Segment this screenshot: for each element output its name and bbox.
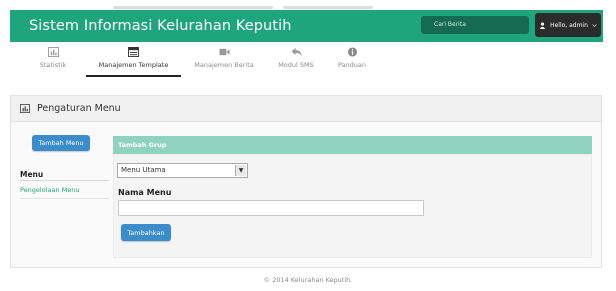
submit-button[interactable]: Tambahkan (121, 224, 171, 241)
info-icon (347, 47, 357, 57)
tab-manajemen-berita[interactable]: Manajemen Berita (181, 42, 267, 77)
add-group-header: Tambah Grup (113, 136, 592, 154)
top-strip-bar (283, 6, 373, 9)
sidebar-section-title: Menu (20, 170, 44, 179)
user-icon (539, 22, 546, 29)
menu-name-label: Nama Menu (118, 188, 172, 197)
chevron-down-icon (592, 23, 597, 27)
tab-panduan[interactable]: Panduan (325, 42, 379, 77)
tab-modul-sms[interactable]: Modul SMS (267, 42, 325, 77)
video-icon (219, 48, 229, 56)
divider (20, 180, 109, 181)
sidebar-item-pengelolaan-menu[interactable]: Pengelolaan Menu (20, 186, 80, 194)
panel-header: Pengaturan Menu (11, 96, 601, 122)
panel-title: Pengaturan Menu (37, 103, 121, 114)
menu-select-value: Menu Utama (121, 166, 166, 174)
tab-label: Panduan (337, 61, 367, 69)
main-tabs: Statistik Manajemen Template Manajemen B… (20, 42, 603, 77)
tab-manajemen-template[interactable]: Manajemen Template (86, 42, 181, 77)
bar-chart-icon (47, 47, 59, 57)
dropdown-arrow-icon: ▼ (235, 165, 246, 176)
template-icon (128, 47, 139, 57)
search-input[interactable]: Cari Berita (421, 16, 529, 34)
top-navbar: Sistem Informasi Kelurahan Keputih Cari … (10, 10, 603, 42)
tab-label: Statistik (39, 61, 67, 69)
divider (20, 198, 109, 199)
tab-label: Manajemen Template (98, 61, 169, 69)
menu-name-input[interactable] (118, 200, 424, 216)
app-title[interactable]: Sistem Informasi Kelurahan Keputih (29, 18, 292, 34)
tab-statistik[interactable]: Statistik (20, 42, 86, 77)
bar-chart-icon (20, 104, 30, 113)
user-menu-button[interactable]: Hello, admin (535, 13, 601, 37)
reply-icon (291, 47, 301, 57)
top-strip-bar (113, 6, 273, 9)
add-menu-button[interactable]: Tambah Menu (32, 135, 90, 151)
user-greeting: Hello, admin (550, 21, 588, 29)
tab-label: Modul SMS (278, 61, 314, 69)
footer-text: © 2014 Kelurahan Keputih. (263, 276, 353, 284)
menu-select[interactable]: Menu Utama ▼ (117, 163, 248, 178)
tab-label: Manajemen Berita (194, 61, 254, 69)
